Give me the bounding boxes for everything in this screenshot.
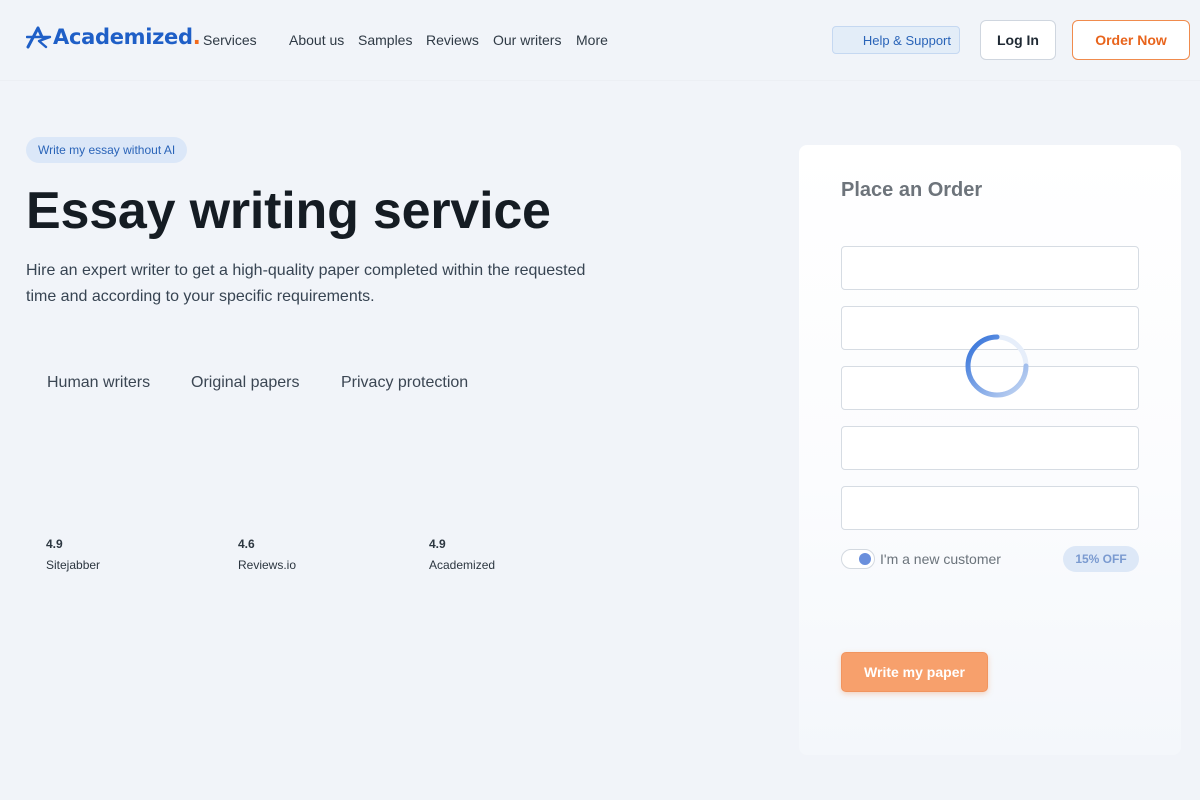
logo-dot: . (192, 25, 201, 49)
feature-privacy-protection: Privacy protection (341, 374, 469, 391)
order-field-1[interactable] (841, 246, 1139, 290)
discount-badge: 15% OFF (1063, 546, 1139, 572)
rating-value-sitejabber: 4.9 (46, 537, 63, 551)
rating-source-reviews-io[interactable]: Reviews.io (238, 558, 296, 572)
new-customer-label: I'm a new customer (880, 551, 1001, 567)
page-title: Essay writing service (26, 182, 551, 240)
rating-source-sitejabber[interactable]: Sitejabber (46, 558, 100, 572)
login-label: Log In (997, 32, 1039, 48)
no-ai-badge[interactable]: Write my essay without AI (26, 137, 188, 163)
nav-services[interactable]: Services (203, 32, 257, 48)
nav-more[interactable]: More (576, 32, 608, 48)
help-support-button[interactable]: Help & Support (832, 26, 960, 54)
help-support-label: Help & Support (862, 32, 951, 48)
rating-value-academized: 4.9 (429, 537, 446, 551)
new-customer-toggle[interactable] (841, 549, 875, 569)
hero-subtitle: Hire an expert writer to get a high-qual… (26, 262, 586, 305)
feature-original-papers: Original papers (191, 374, 300, 391)
order-form-card: Place an Order I'm a new customer 15% OF… (799, 145, 1181, 755)
nav-about-us[interactable]: About us (289, 32, 344, 48)
write-my-paper-button[interactable]: Write my paper (841, 652, 988, 692)
rating-source-academized[interactable]: Academized (429, 558, 495, 572)
feature-human-writers: Human writers (47, 374, 151, 391)
nav-reviews[interactable]: Reviews (426, 32, 479, 48)
order-form-title: Place an Order (841, 179, 983, 201)
logo-a-icon (26, 26, 52, 49)
no-ai-badge-label: Write my essay without AI (38, 143, 176, 157)
nav-our-writers[interactable]: Our writers (493, 32, 561, 48)
order-now-button[interactable]: Order Now (1072, 20, 1190, 60)
loading-spinner-icon (965, 334, 1029, 398)
nav-samples[interactable]: Samples (358, 32, 412, 48)
rating-value-reviews-io: 4.6 (238, 537, 255, 551)
academized-logo[interactable]: Academized. (26, 24, 201, 50)
login-button[interactable]: Log In (980, 20, 1056, 60)
order-field-4[interactable] (841, 426, 1139, 470)
toggle-knob (859, 553, 871, 565)
order-now-label: Order Now (1095, 32, 1167, 48)
logo-text: Academized (53, 25, 193, 49)
write-my-paper-label: Write my paper (864, 664, 965, 680)
top-navigation-bar: Academized. Services About us Samples Re… (0, 0, 1200, 80)
discount-label: 15% OFF (1075, 552, 1127, 566)
order-field-5[interactable] (841, 486, 1139, 530)
